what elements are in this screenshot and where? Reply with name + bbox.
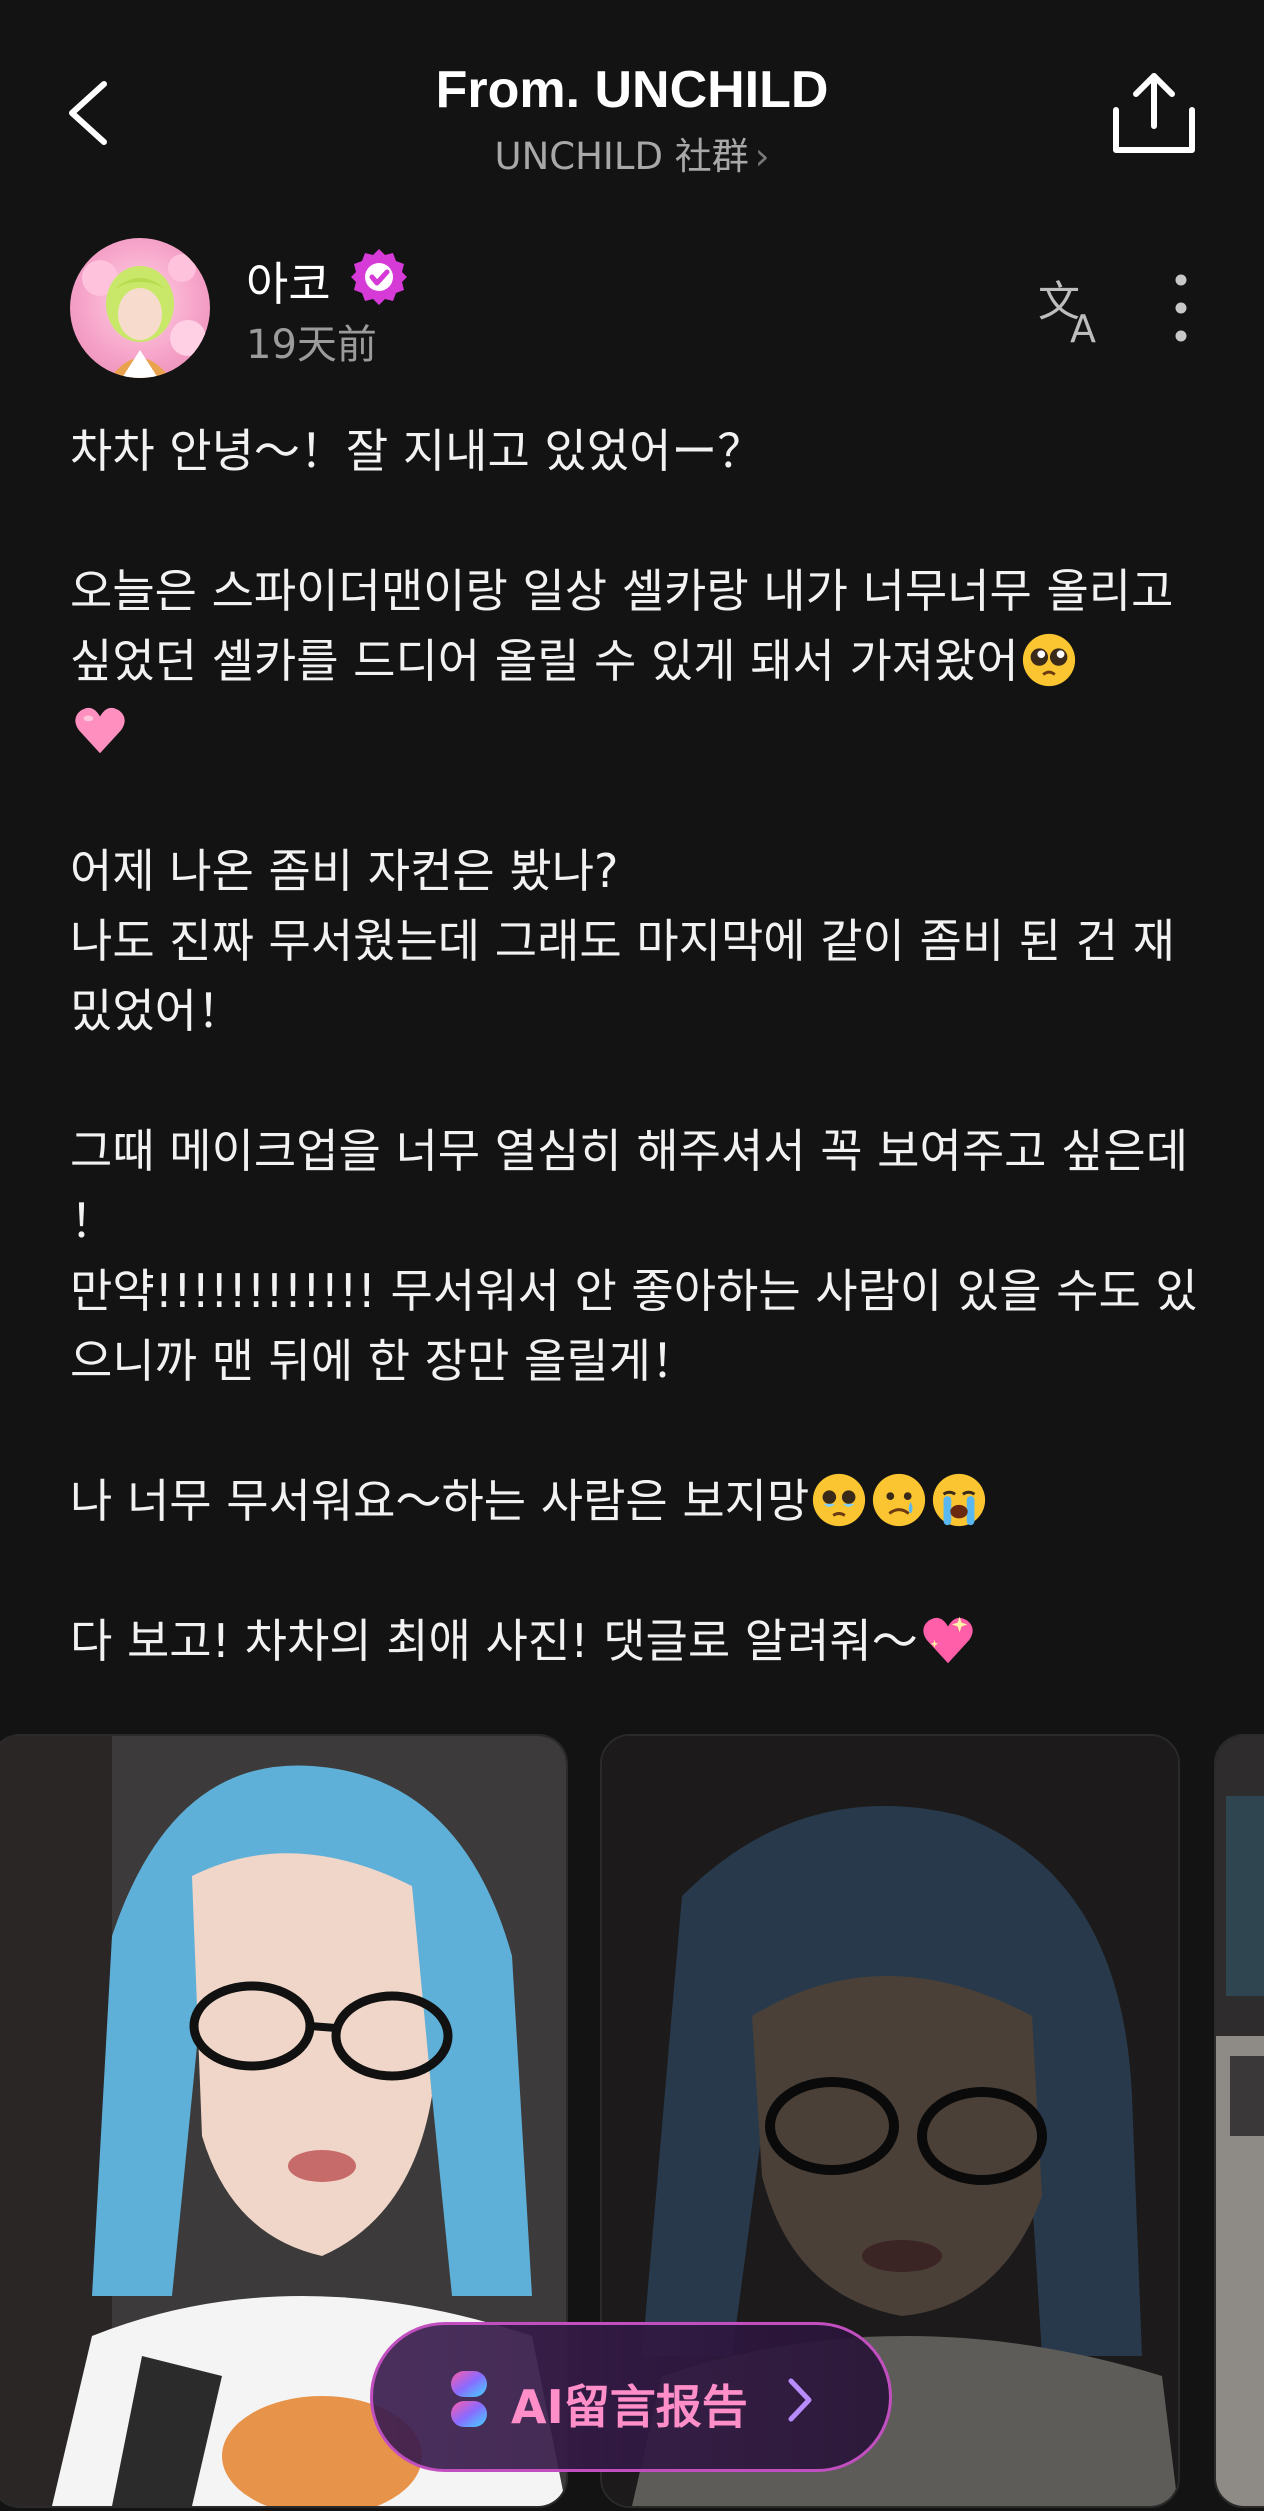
pleading-face-emoji-icon — [1022, 633, 1075, 687]
pink-heart-emoji-icon — [75, 707, 125, 754]
post-paragraph: 그때 메이크업을 너무 열심히 해주셔서 꼭 보여주고 싶은데 ！ 만약!!!!… — [70, 1116, 1200, 1396]
avatar[interactable] — [70, 238, 210, 378]
post-paragraph: 나 너무 무서워요～하는 사람은 보지망 — [70, 1466, 1200, 1536]
loudly-crying-face-emoji-icon — [933, 1473, 986, 1527]
post-body: 차차 안녕～！잘 지내고 있었어ー？ 오늘은 스파이더맨이랑 일상 셀카랑 내가… — [70, 416, 1200, 1676]
verified-badge-icon — [351, 249, 407, 305]
post-line: 어제 나온 좀비 자컨은 봤나? — [70, 844, 619, 898]
photo-thumbnail[interactable] — [1214, 1734, 1264, 2508]
post-paragraph: 차차 안녕～！잘 지내고 있었어ー？ — [70, 416, 1200, 486]
ai-sparkle-icon — [451, 2371, 487, 2427]
community-link[interactable]: UNCHILD 社群 › — [0, 126, 1264, 180]
sad-face-emoji-icon — [873, 1473, 926, 1527]
post-line: 나 너무 무서워요～하는 사람은 보지망 — [70, 1474, 810, 1528]
top-bar: From. UNCHILD UNCHILD 社群 › — [0, 0, 1264, 210]
sparkling-heart-emoji-icon — [923, 1616, 973, 1664]
post-line: 나도 진짜 무서웠는데 그래도 마지막에 같이 좀비 된 건 재밌었어！ — [70, 914, 1175, 1038]
ai-report-label: AI留言报告 — [511, 2380, 748, 2434]
community-name: UNCHILD 社群 — [494, 135, 749, 178]
post-paragraph: 어제 나온 좀비 자컨은 봤나? 나도 진짜 무서웠는데 그래도 마지막에 같이… — [70, 836, 1200, 1046]
post-line: 그때 메이크업을 너무 열심히 해주셔서 꼭 보여주고 싶은데 ！ — [70, 1124, 1189, 1248]
more-vertical-icon[interactable] — [1166, 268, 1196, 348]
post-time: 19天前 — [246, 322, 377, 368]
face-holding-back-tears-emoji-icon — [813, 1473, 866, 1527]
author-row: 아코 19天前 文 A — [70, 234, 1200, 384]
chevron-right-icon — [788, 2378, 812, 2422]
post-line: 오늘은 스파이더맨이랑 일상 셀카랑 내가 너무너무 올리고 싶었던 셀카를 드… — [70, 564, 1174, 688]
author-name[interactable]: 아코 — [246, 248, 331, 314]
post-line: 다 보고! 차차의 최애 사진! 댓글로 알려줘～ — [70, 1614, 918, 1668]
avatar-image — [82, 254, 206, 378]
post-line: 차차 안녕～！잘 지내고 있었어ー？ — [70, 424, 764, 478]
share-icon[interactable] — [1110, 68, 1198, 156]
post-paragraph: 다 보고! 차차의 최애 사진! 댓글로 알려줘～ — [70, 1606, 1200, 1676]
svg-text:A: A — [1070, 307, 1096, 350]
chevron-right-icon: › — [754, 135, 770, 178]
post-paragraph: 오늘은 스파이더맨이랑 일상 셀카랑 내가 너무너무 올리고 싶었던 셀카를 드… — [70, 556, 1200, 766]
post-line: 만약!!!!!!!!!!!! 무서워서 안 좋아하는 사람이 있을 수도 있으니… — [70, 1264, 1198, 1388]
ai-comment-report-button[interactable]: AI留言报告 — [370, 2322, 892, 2472]
photo-image — [1216, 1736, 1264, 2506]
page-title: From. UNCHILD — [435, 61, 829, 119]
translate-icon[interactable]: 文 A — [1036, 270, 1116, 350]
